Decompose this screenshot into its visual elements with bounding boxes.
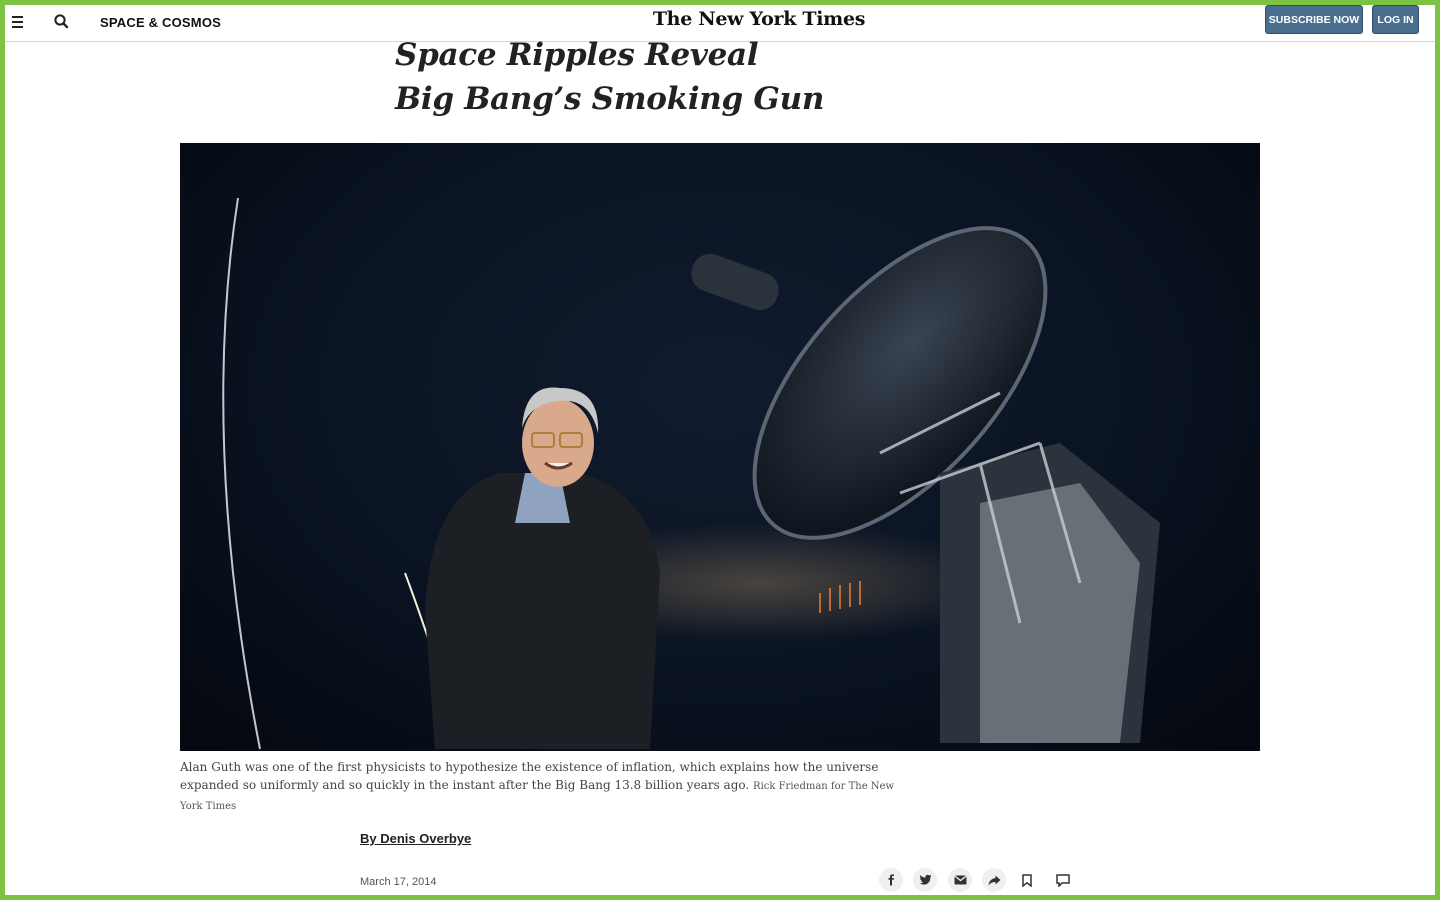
page: SPACE & COSMOS The New York Times SUBSCR… bbox=[5, 5, 1435, 895]
publish-date: March 17, 2014 bbox=[360, 876, 437, 888]
headline-line-2: Big Bang’s Smoking Gun bbox=[395, 81, 825, 117]
bookmark-icon[interactable] bbox=[1015, 868, 1039, 892]
subscribe-button[interactable]: SUBSCRIBE NOW bbox=[1265, 5, 1363, 34]
comment-icon[interactable] bbox=[1051, 868, 1075, 892]
share-icon[interactable] bbox=[982, 868, 1006, 892]
search-icon[interactable] bbox=[53, 13, 71, 31]
twitter-icon[interactable] bbox=[913, 868, 937, 892]
facebook-icon[interactable] bbox=[879, 868, 903, 892]
lead-photo bbox=[180, 143, 1260, 751]
article-headline: Space Ripples Reveal Big Bang’s Smoking … bbox=[395, 33, 1095, 121]
login-button[interactable]: LOG IN bbox=[1372, 5, 1419, 34]
photo-caption: Alan Guth was one of the first physicist… bbox=[180, 758, 900, 816]
section-link[interactable]: SPACE & COSMOS bbox=[100, 15, 221, 30]
menu-icon[interactable] bbox=[11, 13, 27, 33]
headline-line-1: Space Ripples Reveal bbox=[395, 37, 759, 73]
byline-author[interactable]: By Denis Overbye bbox=[360, 831, 471, 846]
email-icon[interactable] bbox=[948, 868, 972, 892]
